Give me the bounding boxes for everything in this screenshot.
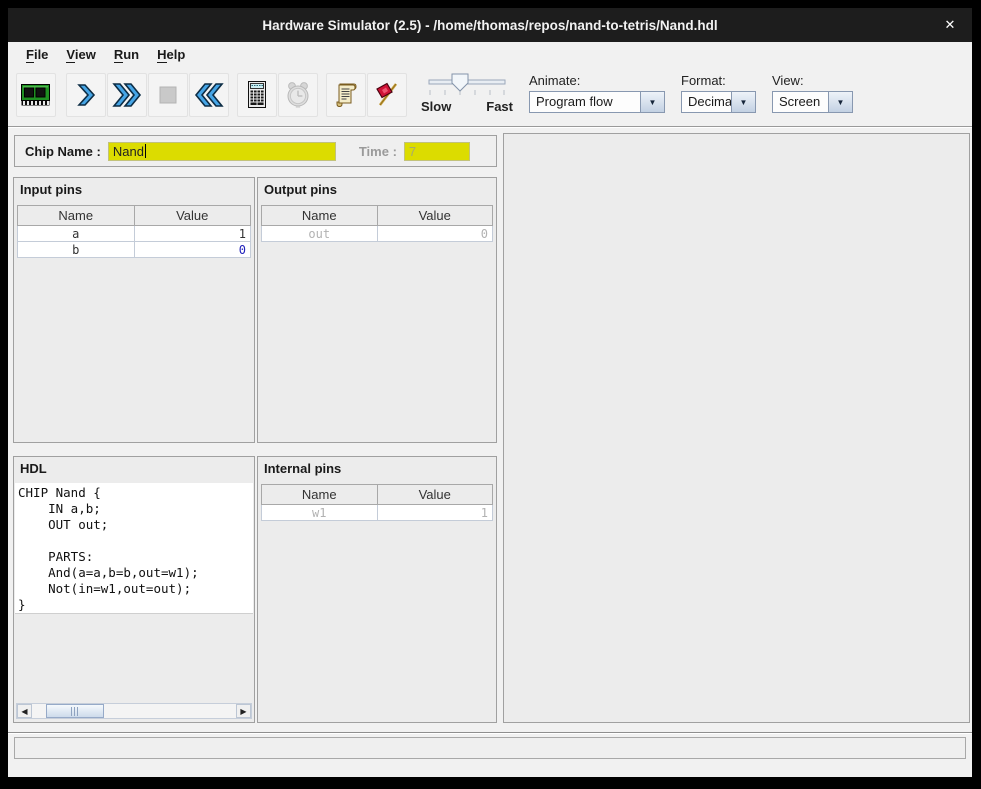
pin-value-cell: 0 [377, 226, 493, 242]
time-label: Time : [359, 144, 397, 159]
column-header-name: Name [18, 206, 135, 226]
fast-forward-icon [111, 81, 143, 109]
hdl-code-view[interactable]: CHIP Nand { IN a,b; OUT out; PARTS: And(… [15, 483, 253, 614]
pin-value-cell: 1 [377, 505, 493, 521]
scrollbar-right-arrow[interactable]: ▶ [236, 704, 251, 718]
alarm-clock-icon [284, 81, 312, 109]
scrollbar-left-arrow[interactable]: ◀ [17, 704, 32, 718]
scroll-document-icon [332, 81, 360, 109]
column-header-value: Value [134, 206, 251, 226]
text-caret [145, 144, 146, 158]
animate-control: Animate: Program flow ▼ [529, 73, 665, 113]
animate-label: Animate: [529, 73, 665, 88]
menu-run[interactable]: Run [105, 42, 148, 68]
single-step-button[interactable] [66, 73, 106, 117]
internal-pins-table: Name Value w1 1 [261, 484, 493, 521]
chevron-down-icon[interactable]: ▼ [640, 92, 664, 112]
memory-chip-icon [20, 82, 52, 108]
column-header-value: Value [377, 206, 493, 226]
run-button[interactable] [107, 73, 147, 117]
column-header-name: Name [262, 485, 378, 505]
format-control: Format: Decimal ▼ [681, 73, 756, 113]
hdl-horizontal-scrollbar[interactable]: ◀ ▶ [16, 703, 252, 719]
pin-value-cell[interactable]: 1 [134, 226, 251, 242]
reset-button[interactable] [189, 73, 229, 117]
pin-name-cell: b [18, 242, 135, 258]
scrollbar-thumb[interactable] [46, 704, 104, 718]
table-row: a 1 [18, 226, 251, 242]
menu-help[interactable]: Help [148, 42, 194, 68]
output-pins-table: Name Value out 0 [261, 205, 493, 242]
chip-name-label: Chip Name : [25, 144, 101, 159]
slider-slow-label: Slow [421, 99, 451, 114]
output-pins-panel: Output pins Name Value out 0 [257, 177, 497, 443]
toolbar-separator [8, 126, 972, 128]
format-dropdown[interactable]: Decimal ▼ [681, 91, 756, 113]
hdl-panel: HDL CHIP Nand { IN a,b; OUT out; PARTS: … [13, 456, 255, 723]
table-row: b 0 [18, 242, 251, 258]
eval-button[interactable] [237, 73, 277, 117]
pin-name-cell: a [18, 226, 135, 242]
chip-name-input[interactable]: Nand [108, 142, 336, 161]
table-row: w1 1 [262, 505, 493, 521]
speed-slider-thumb [452, 74, 468, 91]
pin-name-cell: out [262, 226, 378, 242]
view-dropdown[interactable]: Screen ▼ [772, 91, 853, 113]
chip-display-panel [503, 133, 970, 723]
format-label: Format: [681, 73, 756, 88]
rewind-icon [193, 81, 225, 109]
stop-square-icon [156, 83, 180, 107]
stop-button[interactable] [148, 73, 188, 117]
pin-name-cell: w1 [262, 505, 378, 521]
speed-slider: Slow Fast [421, 73, 513, 121]
clock-button[interactable] [278, 73, 318, 117]
animate-dropdown[interactable]: Program flow ▼ [529, 91, 665, 113]
status-divider [8, 732, 972, 734]
internal-pins-panel: Internal pins Name Value w1 1 [257, 456, 497, 723]
view-label: View: [772, 73, 853, 88]
hdl-title: HDL [14, 457, 254, 476]
chevron-down-icon[interactable]: ▼ [828, 92, 852, 112]
table-row: out 0 [262, 226, 493, 242]
input-pins-panel: Input pins Name Value a 1 b 0 [13, 177, 255, 443]
step-forward-icon [73, 82, 99, 108]
format-selected-value: Decimal [682, 92, 731, 112]
close-icon[interactable]: ✕ [942, 17, 958, 33]
speed-slider-track[interactable] [421, 73, 513, 99]
chevron-down-icon[interactable]: ▼ [731, 92, 755, 112]
input-pins-table: Name Value a 1 b 0 [17, 205, 251, 258]
menu-file[interactable]: File [17, 42, 57, 68]
pin-value-cell-editing[interactable]: 0 [134, 242, 251, 258]
output-pins-title: Output pins [258, 178, 496, 197]
calculator-icon [245, 80, 269, 110]
menu-bar: File View Run Help [8, 42, 972, 68]
title-bar: Hardware Simulator (2.5) - /home/thomas/… [8, 8, 972, 42]
slider-fast-label: Fast [486, 99, 513, 114]
chip-name-bar: Chip Name : Nand Time : 7 [14, 135, 497, 167]
status-message-bar [14, 737, 966, 759]
view-selected-value: Screen [773, 92, 828, 112]
load-chip-button[interactable] [16, 73, 56, 117]
time-field: 7 [404, 142, 470, 161]
breakpoints-button[interactable] [367, 73, 407, 117]
internal-pins-title: Internal pins [258, 457, 496, 476]
scrollbar-track[interactable] [32, 704, 236, 718]
animate-selected-value: Program flow [530, 92, 640, 112]
column-header-value: Value [377, 485, 493, 505]
view-control: View: Screen ▼ [772, 73, 853, 113]
toolbar: Slow Fast Animate: Program flow ▼ Format… [8, 68, 972, 126]
hdl-view-button[interactable] [326, 73, 366, 117]
column-header-name: Name [262, 206, 378, 226]
app-window: Hardware Simulator (2.5) - /home/thomas/… [8, 8, 972, 777]
menu-view[interactable]: View [57, 42, 104, 68]
scrollbar-grip [71, 707, 80, 716]
input-pins-title: Input pins [14, 178, 254, 197]
red-flag-icon [373, 81, 401, 109]
window-title: Hardware Simulator (2.5) - /home/thomas/… [262, 18, 717, 33]
